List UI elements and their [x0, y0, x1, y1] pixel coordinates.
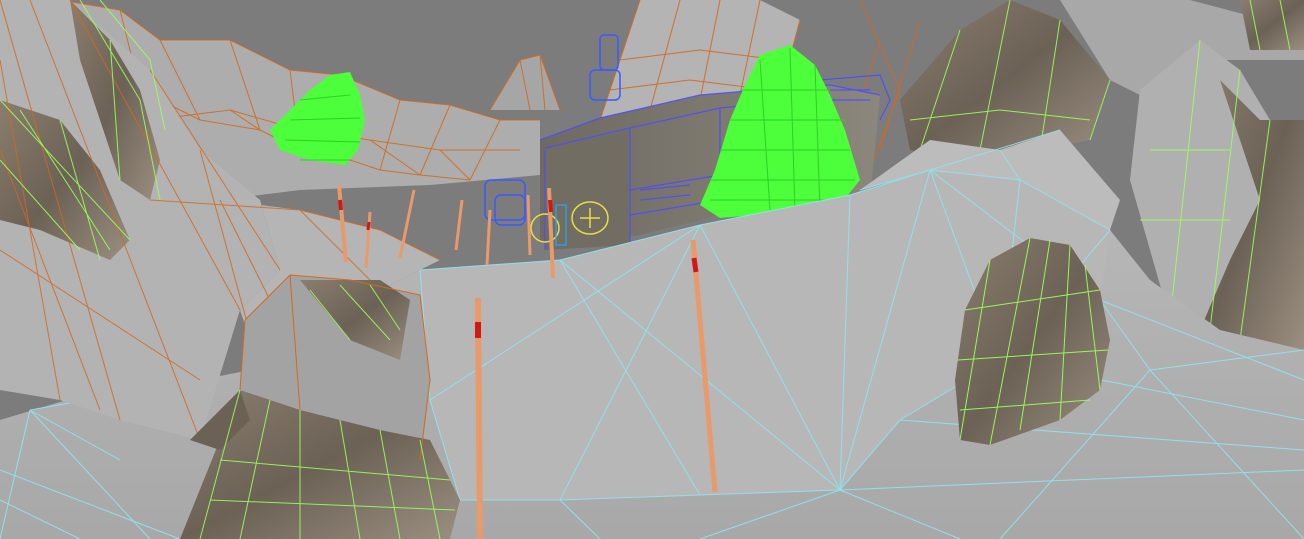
pole: [526, 194, 532, 256]
pole: [475, 297, 483, 539]
3d-viewport[interactable]: [0, 0, 1304, 539]
scene-render[interactable]: [0, 0, 1304, 539]
